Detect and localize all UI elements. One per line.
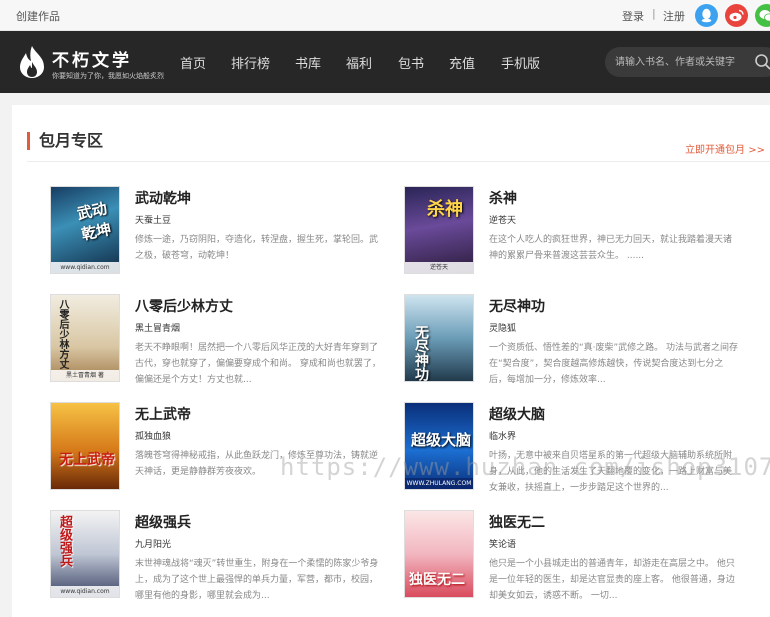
- book-title[interactable]: 超级大脑: [489, 404, 545, 424]
- book-cover[interactable]: 无尽神功: [404, 294, 474, 382]
- brand-name[interactable]: 不朽文学: [52, 46, 132, 71]
- cover-title: 无上武帝: [59, 452, 115, 468]
- book-author[interactable]: 九月阳光: [135, 537, 171, 550]
- nav-recharge[interactable]: 充值: [449, 53, 475, 72]
- brand-slogan: 你要知道为了你，我愿如火焰般炙烈: [52, 72, 164, 80]
- book-description: 在这个人吃人的疯狂世界，神已无力回天，就让我踏着漫天诸神的累累尸骨来普渡这芸芸众…: [489, 235, 733, 261]
- login-link[interactable]: 登录: [622, 8, 644, 24]
- book-cover[interactable]: 八零后少林方丈 黑土冒青烟 著: [50, 294, 120, 382]
- book-description: 修炼一途，乃窃阴阳，夺造化，转涅盘，握生死，掌轮回。武之极，破苍穹，动乾坤！: [135, 235, 379, 261]
- book-description: 老天不睁眼啊！居然把一个八零后风华正茂的大好青年穿到了古代，穿也就穿了，偏偏要穿…: [135, 343, 381, 385]
- book-cover[interactable]: 无上武帝: [50, 402, 120, 490]
- cover-title: 超级大脑: [411, 431, 472, 449]
- cover-title: 超级强兵: [57, 515, 72, 567]
- search-icon[interactable]: [754, 53, 770, 71]
- register-link[interactable]: 注册: [663, 8, 685, 24]
- cover-title: 独医无二: [409, 572, 465, 588]
- cover-footer: www.qidian.com: [51, 262, 119, 273]
- book-title[interactable]: 无尽神功: [489, 296, 545, 316]
- cover-footer: 黑土冒青烟 著: [51, 370, 119, 381]
- qq-icon[interactable]: [695, 4, 718, 27]
- book-description: 一个资质低、悟性差的“真·废柴”武修之路。 功法与武者之间存在“契合度”，契合度…: [489, 343, 739, 385]
- book-author[interactable]: 孤独血狼: [135, 429, 171, 442]
- cover-footer: 逆苍天: [405, 262, 473, 273]
- book-author[interactable]: 临水界: [489, 429, 516, 442]
- book-title[interactable]: 杀神: [489, 188, 517, 208]
- flame-logo-icon[interactable]: [16, 45, 48, 79]
- book-title[interactable]: 八零后少林方丈: [135, 296, 233, 316]
- book-author[interactable]: 天蚕土豆: [135, 213, 171, 226]
- nav-ranking[interactable]: 排行榜: [231, 53, 270, 72]
- book-title[interactable]: 超级强兵: [135, 512, 191, 532]
- cover-title: 八零后少林方丈: [57, 299, 68, 369]
- book-card[interactable]: 超级大脑 WWW.ZHULANG.COM 超级大脑 临水界 叶扬，无意中被来自贝…: [404, 402, 754, 497]
- section-title: 包月专区: [27, 132, 103, 150]
- book-title[interactable]: 无上武帝: [135, 404, 191, 424]
- book-card[interactable]: 无上武帝 无上武帝 孤独血狼 落魄苍穹得神秘戒指，从此鱼跃龙门，修炼至尊功法，铸…: [50, 402, 400, 497]
- create-work-link[interactable]: 创建作品: [16, 8, 60, 24]
- book-cover[interactable]: 杀神 逆苍天: [404, 186, 474, 274]
- cover-title: 杀神: [427, 199, 463, 220]
- book-cover[interactable]: 超级强兵 www.qidian.com: [50, 510, 120, 598]
- search-bar: [605, 47, 770, 77]
- book-card[interactable]: 无尽神功 无尽神功 灵隐狐 一个资质低、悟性差的“真·废柴”武修之路。 功法与武…: [404, 294, 754, 389]
- book-author[interactable]: 笑论语: [489, 537, 516, 550]
- wechat-icon[interactable]: [755, 4, 770, 27]
- nav-home[interactable]: 首页: [180, 53, 206, 72]
- book-card[interactable]: 独医无二 独医无二 笑论语 他只是一个小县城走出的普通青年，却游走在高层之中。 …: [404, 510, 754, 605]
- book-card[interactable]: 武动乾坤 www.qidian.com 武动乾坤 天蚕土豆 修炼一途，乃窃阴阳，…: [50, 186, 400, 281]
- cover-title: 武动乾坤: [75, 199, 113, 244]
- book-title[interactable]: 独医无二: [489, 512, 545, 532]
- book-title[interactable]: 武动乾坤: [135, 188, 191, 208]
- login-register-divider: |: [652, 7, 656, 20]
- cover-footer: www.qidian.com: [51, 586, 119, 597]
- book-card[interactable]: 杀神 逆苍天 杀神 逆苍天 在这个人吃人的疯狂世界，神已无力回天，就让我踏着漫天…: [404, 186, 754, 281]
- book-author[interactable]: 灵隐狐: [489, 321, 516, 334]
- nav-book-package[interactable]: 包书: [398, 53, 424, 72]
- search-input[interactable]: [615, 53, 750, 71]
- book-author[interactable]: 黑土冒青烟: [135, 321, 180, 334]
- book-cover[interactable]: 独医无二: [404, 510, 474, 598]
- book-description: 末世神魂战将“魂灭”转世重生，附身在一个柔懦的陈家少爷身上，成为了这个世上最强悍…: [135, 559, 379, 601]
- watermark: https://www.huzhan.com/ishop31073: [280, 453, 770, 481]
- book-card[interactable]: 八零后少林方丈 黑土冒青烟 著 八零后少林方丈 黑土冒青烟 老天不睁眼啊！居然把…: [50, 294, 400, 389]
- weibo-icon[interactable]: [725, 4, 748, 27]
- nav-library[interactable]: 书库: [295, 53, 321, 72]
- book-cover[interactable]: 武动乾坤 www.qidian.com: [50, 186, 120, 274]
- book-author[interactable]: 逆苍天: [489, 213, 516, 226]
- open-monthly-link[interactable]: 立即开通包月 >>: [685, 141, 765, 156]
- nav-benefits[interactable]: 福利: [346, 53, 372, 72]
- monthly-zone-panel: 包月专区 立即开通包月 >> 武动乾坤 www.qidian.com 武动乾坤 …: [12, 105, 770, 617]
- nav-mobile[interactable]: 手机版: [501, 53, 540, 72]
- book-card[interactable]: 超级强兵 www.qidian.com 超级强兵 九月阳光 末世神魂战将“魂灭”…: [50, 510, 400, 605]
- top-bar: 创建作品 登录 | 注册: [0, 0, 770, 31]
- section-divider: [27, 161, 770, 162]
- cover-title: 无尽神功: [413, 325, 429, 381]
- book-description: 他只是一个小县城走出的普通青年，却游走在高层之中。 他只是一位年轻的医生，却是达…: [489, 559, 735, 601]
